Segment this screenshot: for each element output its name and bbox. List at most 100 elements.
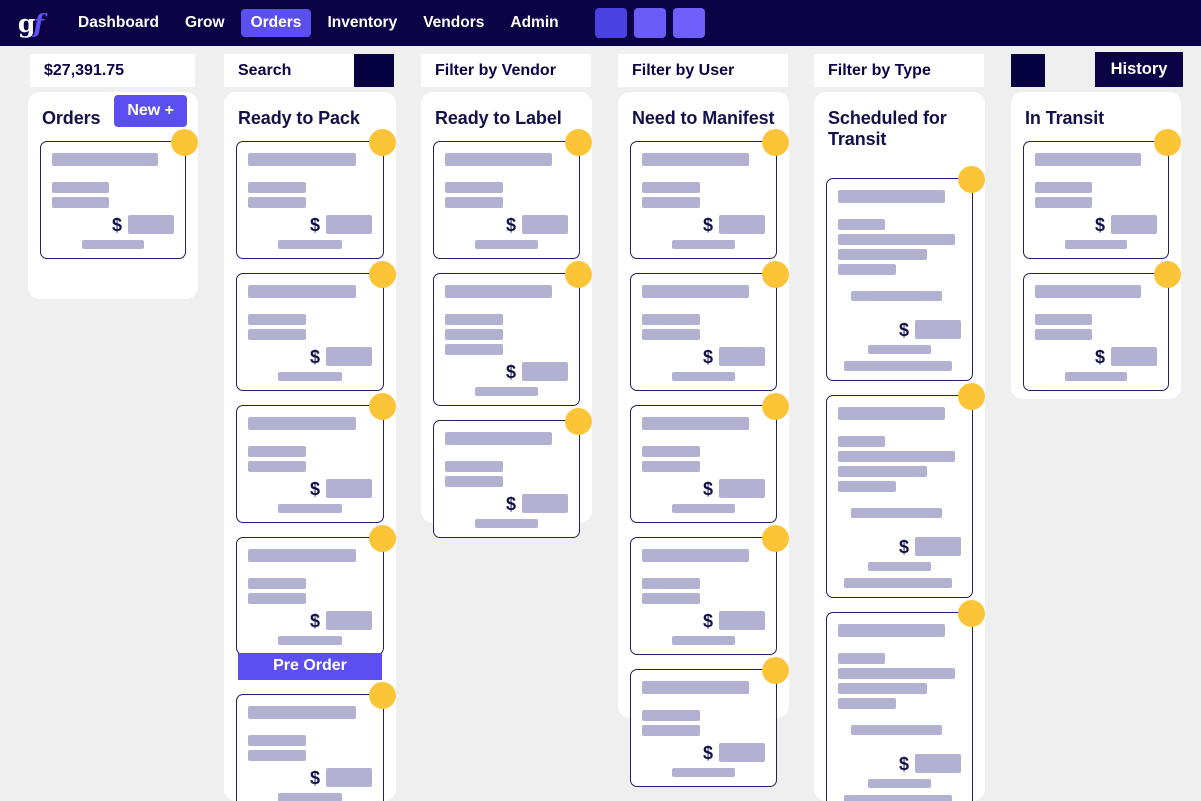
order-card[interactable]: $ — [1023, 129, 1181, 260]
order-card[interactable]: $ — [433, 129, 592, 260]
order-card[interactable]: $ — [826, 166, 985, 382]
order-card[interactable]: $ — [433, 408, 592, 539]
brand-logo[interactable]: gf — [14, 6, 48, 40]
card-price-row: $ — [445, 493, 568, 514]
order-card-body[interactable]: $ — [630, 669, 777, 788]
order-card[interactable]: $ — [236, 261, 396, 392]
order-card[interactable]: $ — [630, 657, 789, 788]
order-line-placeholder — [642, 329, 700, 341]
order-card[interactable]: $ — [630, 129, 789, 260]
status-badge-dot[interactable] — [369, 261, 396, 289]
order-card[interactable]: $ — [826, 600, 985, 801]
status-badge-dot[interactable] — [762, 393, 789, 421]
status-badge-dot[interactable] — [171, 129, 198, 157]
card-footer-row — [838, 779, 961, 789]
order-card-body[interactable]: $ — [433, 273, 580, 407]
board-column-in-transit: In Transit $ $ — [1011, 92, 1181, 399]
order-title-placeholder — [642, 153, 749, 167]
status-badge-dot[interactable] — [762, 261, 789, 289]
status-badge-dot[interactable] — [1154, 129, 1181, 157]
order-card-body[interactable]: $ — [236, 141, 384, 260]
nav-item-orders[interactable]: Orders — [240, 9, 312, 37]
order-card[interactable]: $ — [236, 129, 396, 260]
order-card-body[interactable]: $ — [236, 273, 384, 392]
footer-placeholder — [672, 372, 735, 382]
nav-item-vendors[interactable]: Vendors — [413, 9, 494, 37]
status-badge-dot[interactable] — [369, 393, 396, 421]
order-card-body[interactable]: $ — [1023, 273, 1169, 392]
status-badge-dot[interactable] — [565, 408, 592, 436]
order-card[interactable]: $ — [826, 383, 985, 599]
order-card-body[interactable]: $ — [826, 395, 973, 599]
order-card-body[interactable]: $ — [40, 141, 186, 260]
order-card-body[interactable]: $ — [630, 273, 777, 392]
card-detail-row — [838, 725, 961, 736]
order-line-placeholder — [1035, 329, 1093, 341]
filter-by-user-select[interactable]: Filter by User — [618, 54, 788, 87]
order-card[interactable]: $ — [630, 393, 789, 524]
nav-item-dashboard[interactable]: Dashboard — [68, 9, 169, 37]
status-badge-dot[interactable] — [762, 525, 789, 553]
order-card[interactable]: $ — [433, 261, 592, 407]
status-badge-dot[interactable] — [958, 383, 985, 411]
order-card[interactable]: $ — [236, 393, 396, 524]
order-card-body[interactable]: $ — [826, 612, 973, 801]
price-placeholder — [915, 537, 961, 557]
nav-square-button-1[interactable] — [594, 8, 627, 38]
price-placeholder — [522, 215, 568, 235]
nav-square-button-3[interactable] — [672, 8, 705, 38]
nav-item-admin[interactable]: Admin — [500, 9, 568, 37]
search-submit-button[interactable] — [354, 54, 394, 87]
history-button[interactable]: History — [1095, 52, 1183, 87]
order-card[interactable]: $ — [630, 525, 789, 656]
column-title-ready-to-pack: Ready to Pack — [238, 108, 360, 128]
filter-by-vendor-select[interactable]: Filter by Vendor — [421, 54, 591, 87]
order-card-body[interactable]: $ — [630, 537, 777, 656]
order-card-body[interactable]: $ — [826, 178, 973, 382]
top-navigation-bar: gf Dashboard Grow Orders Inventory Vendors Ad… — [0, 0, 1201, 46]
footer-placeholder — [278, 372, 342, 382]
nav-item-inventory[interactable]: Inventory — [317, 9, 407, 37]
search-input[interactable]: Search — [224, 54, 354, 87]
status-badge-dot[interactable] — [565, 129, 592, 157]
status-badge-dot[interactable] — [565, 261, 592, 289]
order-card-body[interactable]: $ — [1023, 141, 1169, 260]
new-order-button[interactable]: New + — [114, 95, 187, 127]
order-card[interactable]: $ — [40, 129, 198, 260]
status-badge-dot[interactable] — [369, 525, 396, 553]
dollar-sign: $ — [898, 319, 909, 340]
dollar-sign: $ — [702, 478, 713, 499]
order-total-display: $27,391.75 — [30, 54, 195, 87]
order-card[interactable]: $ — [1023, 261, 1181, 392]
order-card-body[interactable]: $ — [236, 537, 384, 656]
order-card[interactable]: $Pre Order — [236, 525, 396, 681]
order-card-body[interactable]: $ — [630, 405, 777, 524]
card-detail-row — [838, 508, 961, 519]
status-badge-dot[interactable] — [958, 600, 985, 628]
status-badge-dot[interactable] — [369, 129, 396, 157]
footer-placeholder — [475, 240, 538, 250]
status-badge-dot[interactable] — [369, 682, 396, 710]
order-card-body[interactable]: $ — [433, 420, 580, 539]
nav-item-grow[interactable]: Grow — [175, 9, 235, 37]
order-line-placeholder — [838, 249, 927, 261]
status-badge-dot[interactable] — [762, 657, 789, 685]
price-placeholder — [915, 320, 961, 340]
order-card-body[interactable]: $ — [433, 141, 580, 260]
order-card-body[interactable]: $ — [630, 141, 777, 260]
filter-action-button[interactable] — [1011, 54, 1045, 87]
status-badge-dot[interactable] — [958, 166, 985, 194]
nav-square-button-2[interactable] — [633, 8, 666, 38]
filter-by-type-select[interactable]: Filter by Type — [814, 54, 984, 87]
order-line-placeholder — [642, 725, 700, 737]
status-badge-dot[interactable] — [762, 129, 789, 157]
order-card[interactable]: $ — [630, 261, 789, 392]
dollar-sign: $ — [898, 753, 909, 774]
price-placeholder — [1111, 215, 1157, 235]
order-title-placeholder — [445, 432, 552, 446]
order-card-body[interactable]: $ — [236, 694, 384, 801]
order-card-body[interactable]: $ — [236, 405, 384, 524]
order-card[interactable]: $Pre Order — [236, 682, 396, 801]
dollar-sign: $ — [505, 493, 516, 514]
status-badge-dot[interactable] — [1154, 261, 1181, 289]
